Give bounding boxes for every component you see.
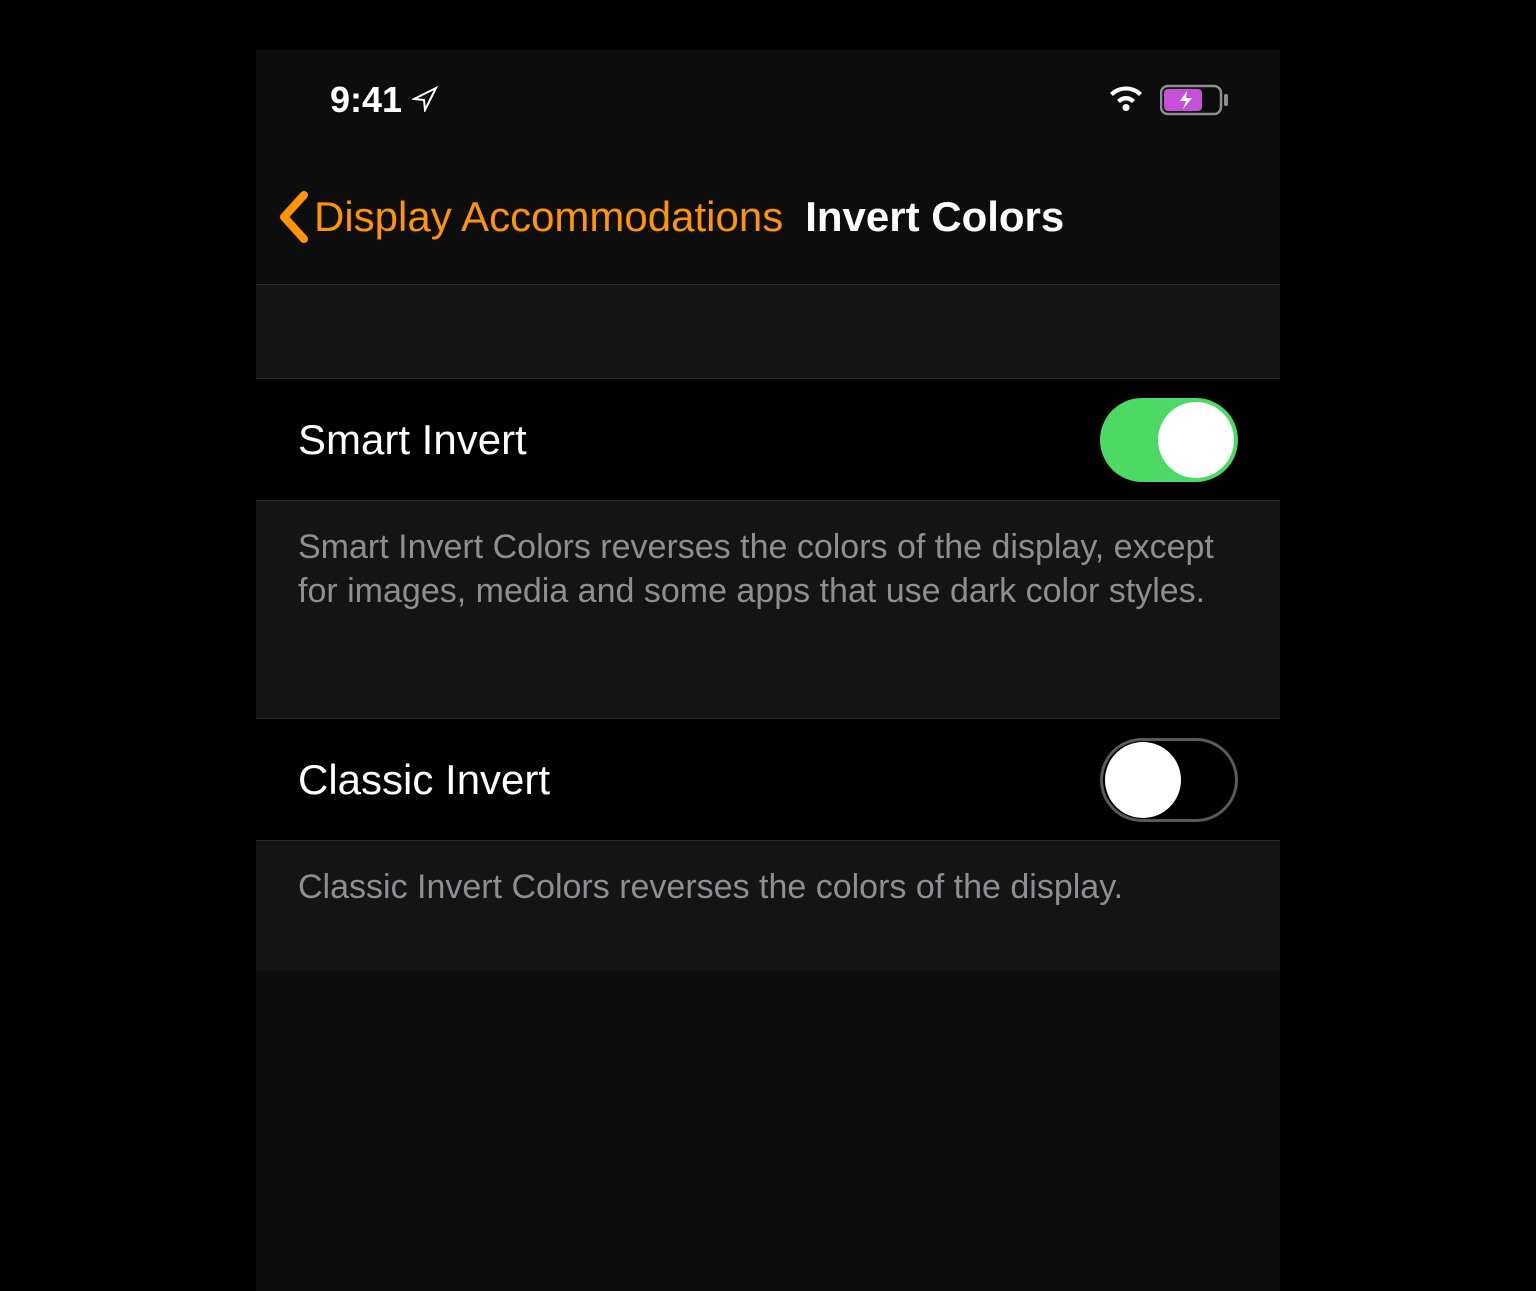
back-label: Display Accommodations [314, 193, 783, 241]
status-left: 9:41 [330, 79, 438, 121]
settings-screen: 9:41 [256, 50, 1280, 1291]
chevron-left-icon [276, 189, 312, 245]
location-icon [412, 79, 438, 121]
toggle-knob [1158, 402, 1234, 478]
section-spacer [256, 285, 1280, 379]
toggle-knob [1105, 742, 1181, 818]
wifi-icon [1106, 85, 1146, 115]
classic-invert-row: Classic Invert [256, 719, 1280, 841]
classic-invert-toggle[interactable] [1100, 738, 1238, 822]
page-title: Invert Colors [805, 193, 1064, 241]
smart-invert-label: Smart Invert [298, 416, 527, 464]
status-time: 9:41 [330, 79, 402, 121]
classic-invert-description: Classic Invert Colors reverses the color… [256, 841, 1280, 971]
navigation-bar: Display Accommodations Invert Colors [256, 150, 1280, 285]
smart-invert-toggle[interactable] [1100, 398, 1238, 482]
smart-invert-row: Smart Invert [256, 379, 1280, 501]
status-bar: 9:41 [256, 50, 1280, 150]
battery-charging-icon [1160, 84, 1230, 116]
back-button[interactable]: Display Accommodations [276, 189, 783, 245]
classic-invert-label: Classic Invert [298, 756, 550, 804]
smart-invert-description: Smart Invert Colors reverses the colors … [256, 501, 1280, 719]
status-right [1106, 84, 1230, 116]
